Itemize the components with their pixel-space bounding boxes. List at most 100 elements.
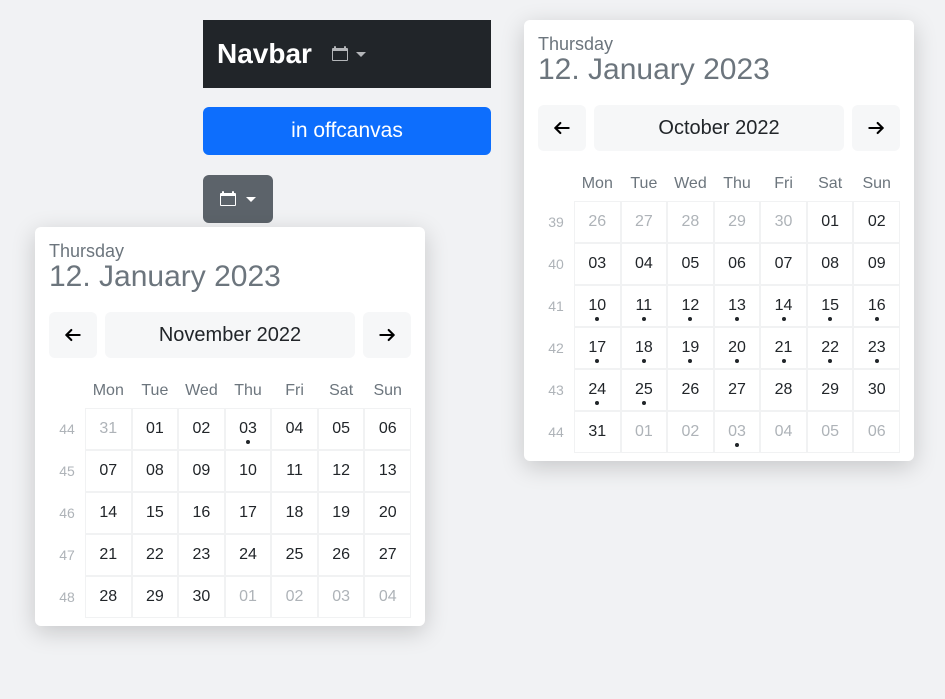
calendar-day[interactable]: 05: [318, 408, 365, 450]
calendar-day[interactable]: 14: [760, 285, 807, 327]
month-title-button[interactable]: October 2022: [594, 105, 844, 151]
calendar-day[interactable]: 27: [364, 534, 411, 576]
event-dot-icon: [688, 359, 692, 363]
calendar-day[interactable]: 13: [714, 285, 761, 327]
calendar-day[interactable]: 01: [807, 201, 854, 243]
calendar-day[interactable]: 28: [760, 369, 807, 411]
calendar-day[interactable]: 07: [760, 243, 807, 285]
calendar-day[interactable]: 15: [132, 492, 179, 534]
calendar-day[interactable]: 24: [225, 534, 272, 576]
prev-month-button[interactable]: [538, 105, 586, 151]
calendar-day[interactable]: 09: [178, 450, 225, 492]
calendar-day[interactable]: 22: [132, 534, 179, 576]
calendar-day[interactable]: 30: [853, 369, 900, 411]
calendar-day[interactable]: 29: [807, 369, 854, 411]
calendar-day[interactable]: 16: [178, 492, 225, 534]
calendar-day[interactable]: 25: [621, 369, 668, 411]
calendar-day[interactable]: 21: [85, 534, 132, 576]
weekday-header: Wed: [178, 374, 225, 408]
calendar-day[interactable]: 23: [853, 327, 900, 369]
dropdown-button[interactable]: [203, 175, 273, 223]
calendar-day[interactable]: 25: [271, 534, 318, 576]
calendar-day[interactable]: 26: [574, 201, 621, 243]
offcanvas-button[interactable]: in offcanvas: [203, 107, 491, 155]
calendar-day[interactable]: 02: [853, 201, 900, 243]
calendar-day[interactable]: 02: [178, 408, 225, 450]
calendar-day[interactable]: 03: [574, 243, 621, 285]
calendar-day[interactable]: 08: [807, 243, 854, 285]
calendar-day[interactable]: 24: [574, 369, 621, 411]
calendar-day[interactable]: 27: [621, 201, 668, 243]
calendar-day[interactable]: 04: [621, 243, 668, 285]
calendar-day[interactable]: 19: [318, 492, 365, 534]
calendar-day[interactable]: 31: [574, 411, 621, 453]
weekday-header: Sat: [807, 167, 854, 201]
calendar-day[interactable]: 01: [225, 576, 272, 618]
calendar-day[interactable]: 22: [807, 327, 854, 369]
calendar-day[interactable]: 10: [574, 285, 621, 327]
calendar-day[interactable]: 06: [853, 411, 900, 453]
calendar-day[interactable]: 17: [225, 492, 272, 534]
calendar-day[interactable]: 28: [667, 201, 714, 243]
calendar-day[interactable]: 02: [271, 576, 318, 618]
calendar-day[interactable]: 19: [667, 327, 714, 369]
calendar-day[interactable]: 20: [364, 492, 411, 534]
calendar-day[interactable]: 08: [132, 450, 179, 492]
calendar-day[interactable]: 04: [760, 411, 807, 453]
navbar: Navbar: [203, 20, 491, 88]
calendar-day[interactable]: 11: [271, 450, 318, 492]
week-number: 46: [49, 492, 85, 534]
calendar-day[interactable]: 05: [807, 411, 854, 453]
calendar-day[interactable]: 11: [621, 285, 668, 327]
month-title-button[interactable]: November 2022: [105, 312, 355, 358]
next-month-button[interactable]: [363, 312, 411, 358]
calendar-day[interactable]: 01: [132, 408, 179, 450]
arrow-right-icon: [377, 325, 397, 345]
calendar-day[interactable]: 21: [760, 327, 807, 369]
calendar-day[interactable]: 03: [318, 576, 365, 618]
calendar-day[interactable]: 17: [574, 327, 621, 369]
calendar-day[interactable]: 04: [364, 576, 411, 618]
calendar-day[interactable]: 30: [178, 576, 225, 618]
calendar-day[interactable]: 28: [85, 576, 132, 618]
calendar-day[interactable]: 26: [667, 369, 714, 411]
calendar-icon: [332, 46, 348, 62]
calendar-day[interactable]: 04: [271, 408, 318, 450]
event-dot-icon: [875, 359, 879, 363]
calendar-day[interactable]: 18: [621, 327, 668, 369]
calendar-day[interactable]: 14: [85, 492, 132, 534]
calendar-day[interactable]: 20: [714, 327, 761, 369]
prev-month-button[interactable]: [49, 312, 97, 358]
calendar-day[interactable]: 29: [714, 201, 761, 243]
event-dot-icon: [642, 317, 646, 321]
event-dot-icon: [828, 317, 832, 321]
calendar-day[interactable]: 29: [132, 576, 179, 618]
calendar-day[interactable]: 12: [318, 450, 365, 492]
weekday-header: Mon: [85, 374, 132, 408]
calendar-day[interactable]: 16: [853, 285, 900, 327]
navbar-brand[interactable]: Navbar: [217, 38, 312, 70]
selected-date: 12. January 2023: [49, 260, 411, 294]
calendar-day[interactable]: 12: [667, 285, 714, 327]
calendar-day[interactable]: 26: [318, 534, 365, 576]
calendar-day[interactable]: 18: [271, 492, 318, 534]
calendar-day[interactable]: 23: [178, 534, 225, 576]
next-month-button[interactable]: [852, 105, 900, 151]
calendar-day[interactable]: 06: [364, 408, 411, 450]
calendar-day[interactable]: 30: [760, 201, 807, 243]
calendar-day[interactable]: 27: [714, 369, 761, 411]
calendar-day[interactable]: 05: [667, 243, 714, 285]
calendar-day[interactable]: 13: [364, 450, 411, 492]
calendar-day[interactable]: 10: [225, 450, 272, 492]
calendar-day[interactable]: 15: [807, 285, 854, 327]
calendar-day[interactable]: 31: [85, 408, 132, 450]
calendar-day[interactable]: 06: [714, 243, 761, 285]
calendar-day[interactable]: 01: [621, 411, 668, 453]
navbar-dropdown[interactable]: [332, 46, 366, 62]
calendar-day[interactable]: 03: [225, 408, 272, 450]
calendar-day[interactable]: 03: [714, 411, 761, 453]
calendar-day[interactable]: 07: [85, 450, 132, 492]
week-number: 44: [538, 411, 574, 453]
calendar-day[interactable]: 02: [667, 411, 714, 453]
calendar-day[interactable]: 09: [853, 243, 900, 285]
